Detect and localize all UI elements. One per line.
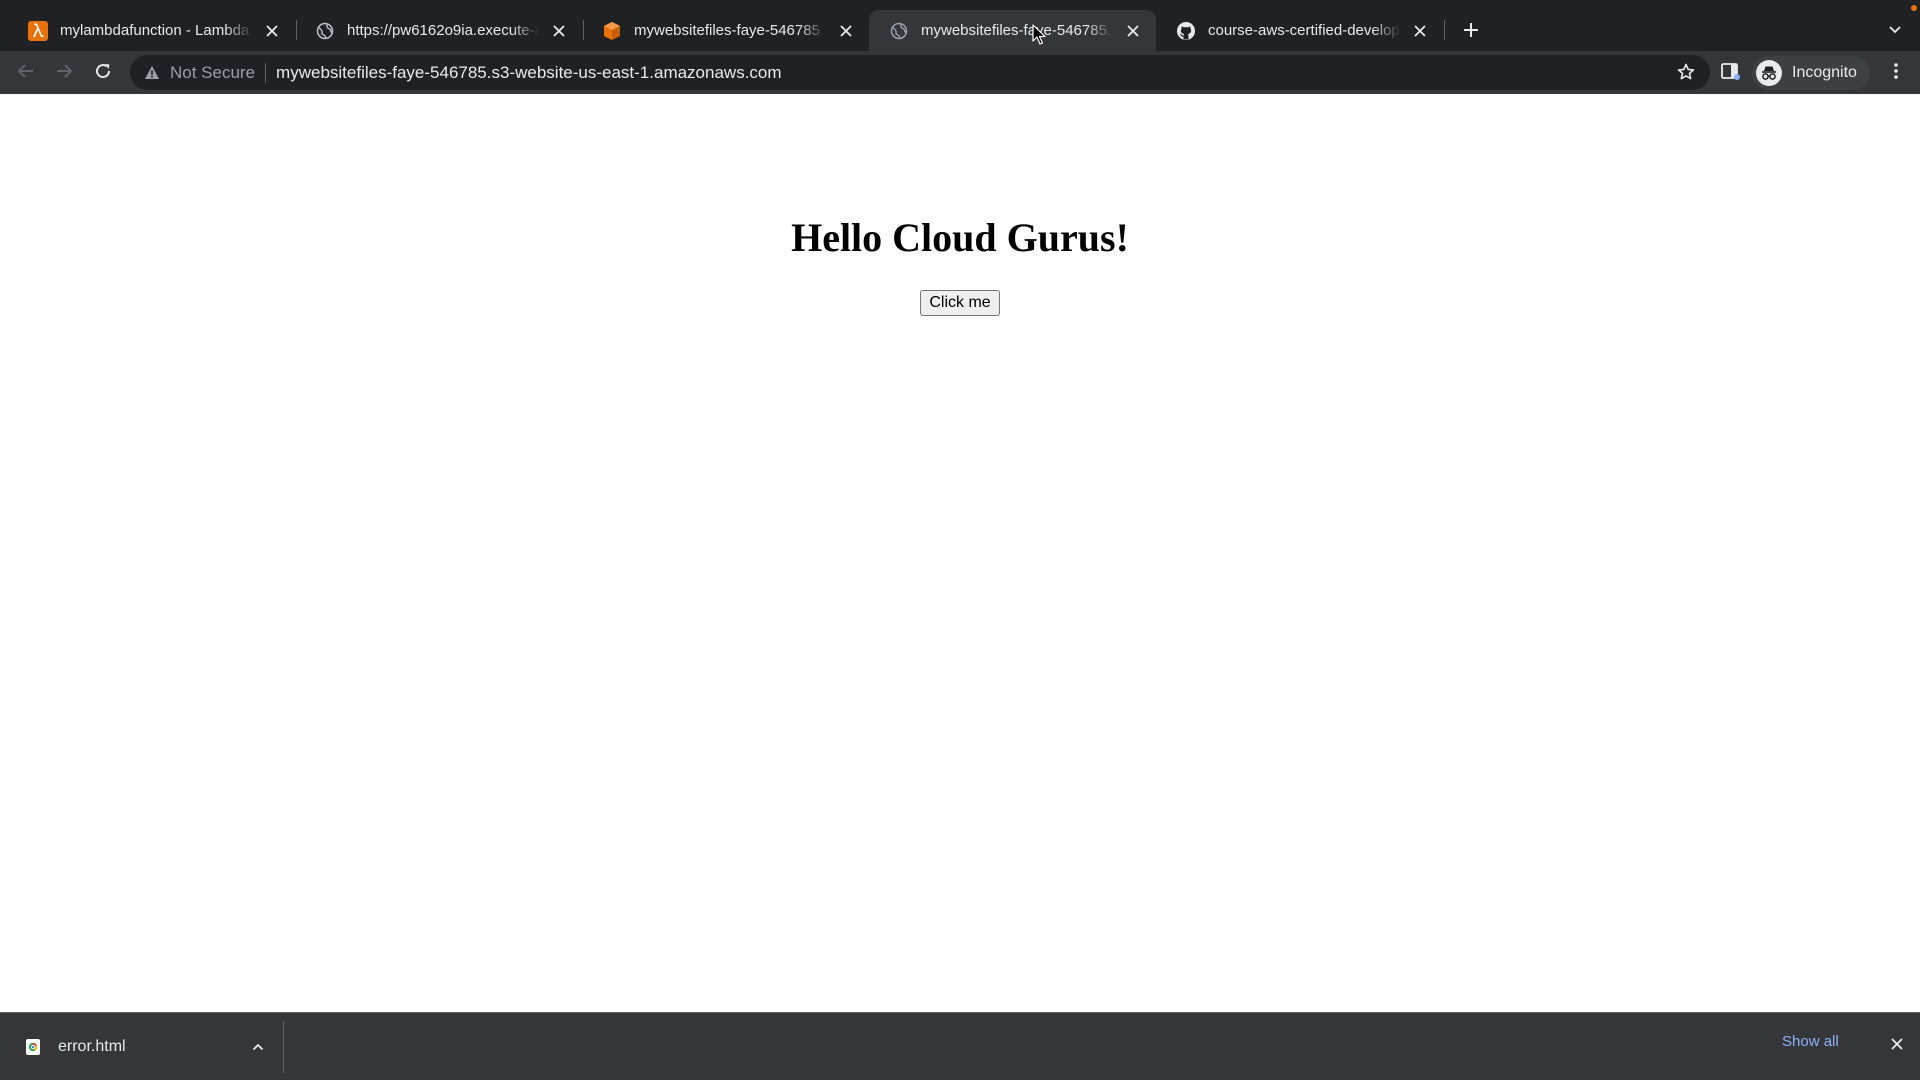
close-shelf-button[interactable] <box>1884 1033 1910 1059</box>
show-all-downloads-link[interactable]: Show all <box>1782 1033 1839 1050</box>
close-icon[interactable] <box>835 20 857 42</box>
incognito-label: Incognito <box>1792 64 1857 81</box>
warning-triangle-icon[interactable] <box>142 63 162 83</box>
tab-lambda[interactable]: mylambdafunction - Lambda <box>8 10 295 51</box>
tab-title: https://pw6162o9ia.execute-api.us-east-1… <box>347 22 540 39</box>
download-shelf: error.html Show all <box>0 1012 1920 1080</box>
recording-indicator <box>1911 5 1917 11</box>
forward-arrow-icon <box>55 62 73 85</box>
close-icon[interactable] <box>1122 20 1144 42</box>
tab-separator <box>1444 20 1445 40</box>
url-text[interactable]: mywebsitefiles-faye-546785.s3-website-us… <box>276 63 782 83</box>
tab-s3-bucket[interactable]: mywebsitefiles-faye-546785 - S3 bucket <box>582 10 869 51</box>
reload-icon <box>94 62 112 85</box>
tab-website[interactable]: mywebsitefiles-faye-546785.s3-website-us… <box>869 10 1156 51</box>
forward-button[interactable] <box>48 57 80 89</box>
side-panel-button[interactable] <box>1714 57 1746 89</box>
download-item[interactable]: error.html <box>0 1013 282 1080</box>
incognito-icon <box>1756 60 1782 86</box>
mouse-cursor-icon <box>1032 24 1046 45</box>
shelf-divider <box>283 1021 284 1073</box>
tab-search-chevron-icon[interactable] <box>1880 15 1910 45</box>
omnibox-divider <box>265 62 267 83</box>
security-status-label[interactable]: Not Secure <box>170 63 255 83</box>
tab-title: mywebsitefiles-faye-546785.s3-website-us… <box>921 22 1114 39</box>
close-icon <box>1891 1037 1903 1055</box>
back-button[interactable] <box>10 57 42 89</box>
page-viewport: Hello Cloud Gurus! Click me <box>0 94 1920 1012</box>
tab-title: course-aws-certified-developer <box>1208 22 1401 39</box>
bookmark-star-icon[interactable] <box>1676 62 1696 82</box>
download-filename: error.html <box>58 1037 126 1055</box>
close-icon[interactable] <box>261 20 283 42</box>
html-file-icon <box>24 1037 42 1057</box>
browser-window: mylambdafunction - Lambda https://pw6162… <box>0 0 1920 1080</box>
github-icon <box>1176 21 1196 41</box>
side-panel-icon <box>1720 61 1740 86</box>
tab-title: mywebsitefiles-faye-546785 - S3 bucket <box>634 22 827 39</box>
close-icon[interactable] <box>1409 20 1431 42</box>
page-heading: Hello Cloud Gurus! <box>791 215 1129 260</box>
globe-icon <box>315 21 335 41</box>
tab-strip: mylambdafunction - Lambda https://pw6162… <box>0 0 1920 51</box>
globe-icon <box>889 21 909 41</box>
close-icon[interactable] <box>548 20 570 42</box>
reload-button[interactable] <box>87 57 119 89</box>
click-me-button[interactable]: Click me <box>920 290 1000 316</box>
address-bar[interactable]: Not Secure mywebsitefiles-faye-546785.s3… <box>130 55 1710 90</box>
browser-toolbar: Not Secure mywebsitefiles-faye-546785.s3… <box>0 51 1920 94</box>
incognito-profile-button[interactable]: Incognito <box>1752 56 1870 90</box>
s3-bucket-icon <box>602 21 622 41</box>
tab-title: mylambdafunction - Lambda <box>60 22 250 39</box>
chevron-up-icon[interactable] <box>246 1035 270 1059</box>
tab-api-gateway[interactable]: https://pw6162o9ia.execute-api.us-east-1… <box>295 10 582 51</box>
lambda-icon <box>28 20 48 41</box>
new-tab-button[interactable] <box>1456 15 1486 45</box>
browser-menu-button[interactable] <box>1880 57 1912 89</box>
tab-github[interactable]: course-aws-certified-developer <box>1156 10 1443 51</box>
kebab-menu-icon <box>1893 62 1899 85</box>
back-arrow-icon <box>17 62 35 85</box>
